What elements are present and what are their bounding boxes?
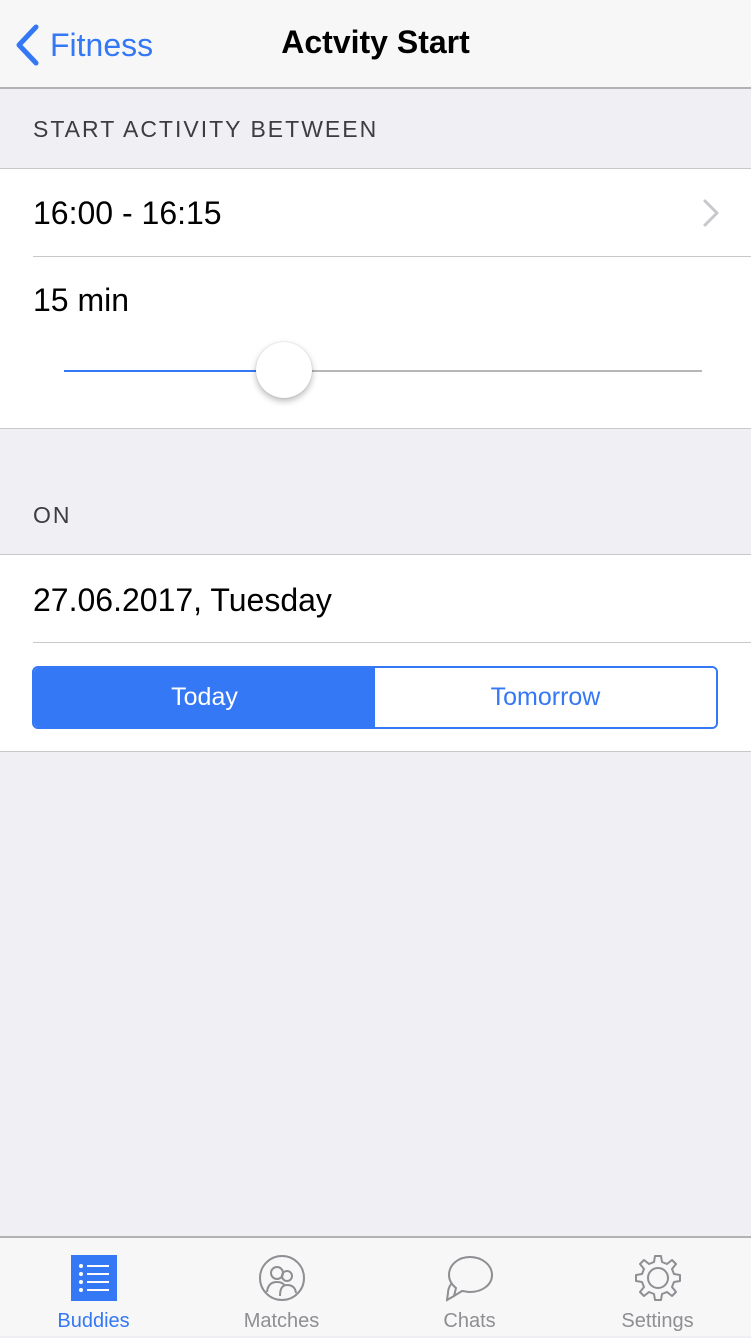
tab-buddies[interactable]: Buddies — [0, 1238, 187, 1338]
row-divider — [33, 642, 751, 643]
tab-matches[interactable]: Matches — [188, 1238, 375, 1338]
tab-label: Chats — [443, 1310, 496, 1332]
date-settings-group: 27.06.2017, Tuesday Today Tomorrow — [0, 554, 751, 752]
chat-bubbles-icon — [445, 1255, 493, 1302]
gear-icon — [634, 1255, 681, 1301]
day-segmented-control: Today Tomorrow — [32, 666, 718, 729]
tab-label: Settings — [621, 1310, 694, 1332]
tab-settings[interactable]: Settings — [564, 1238, 751, 1338]
tab-label: Buddies — [57, 1310, 130, 1332]
duration-label: 15 min — [33, 282, 130, 318]
section-header-start-activity: START ACTIVITY BETWEEN — [33, 116, 379, 142]
time-range-row[interactable]: 16:00 - 16:15 — [0, 169, 751, 256]
date-value: 27.06.2017, Tuesday — [33, 582, 332, 618]
chevron-right-icon — [703, 199, 719, 227]
list-icon — [70, 1255, 117, 1301]
duration-slider[interactable] — [0, 339, 751, 399]
people-icon — [258, 1255, 305, 1301]
row-divider — [33, 256, 751, 257]
slider-track-filled — [64, 370, 285, 372]
segment-today[interactable]: Today — [34, 668, 375, 727]
page-title: Actvity Start — [281, 24, 470, 60]
tab-chats[interactable]: Chats — [376, 1238, 563, 1338]
tab-label: Matches — [243, 1310, 320, 1332]
section-header-on: ON — [33, 502, 72, 528]
segment-tomorrow[interactable]: Tomorrow — [375, 668, 716, 727]
time-settings-group: 16:00 - 16:15 15 min — [0, 168, 751, 429]
slider-thumb[interactable] — [256, 342, 313, 398]
tab-bar: Buddies Matches Chats Settings — [0, 1236, 751, 1336]
navigation-bar: Fitness Actvity Start — [0, 0, 751, 89]
time-range-value: 16:00 - 16:15 — [33, 195, 222, 231]
slider-track-empty — [284, 370, 702, 372]
